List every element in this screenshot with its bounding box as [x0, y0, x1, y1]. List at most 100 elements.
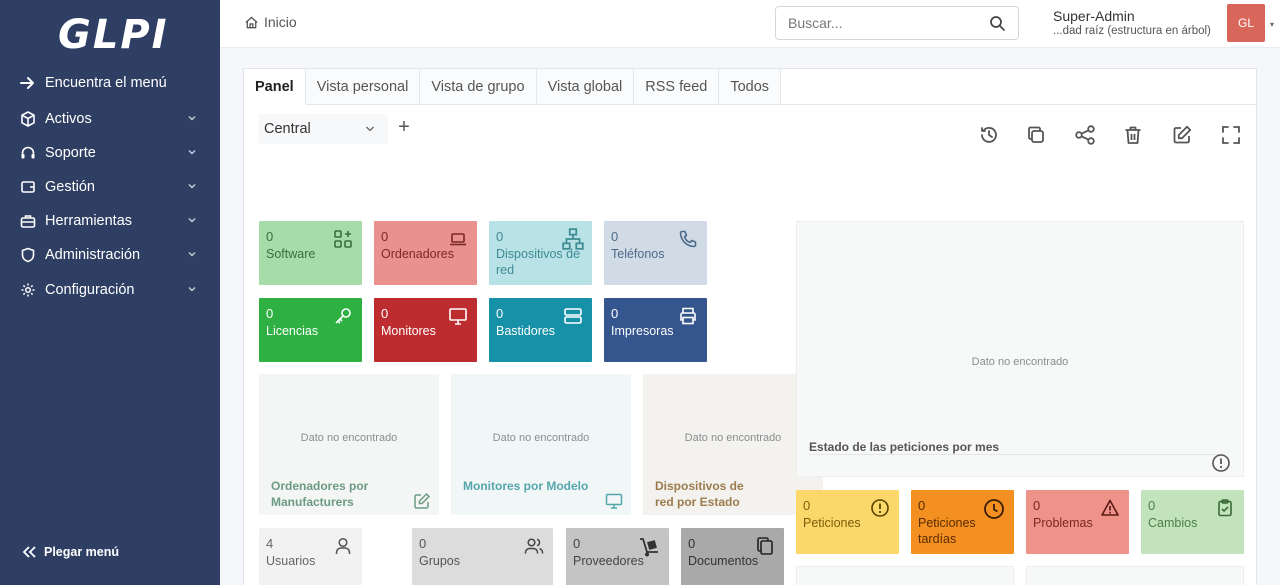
phone-icon [679, 230, 697, 248]
sidebar-item-gestion[interactable]: Gestión [0, 170, 220, 204]
user-entity[interactable]: ...dad raíz (estructura en árbol) [1053, 25, 1211, 37]
pencil-square-icon [414, 492, 431, 509]
card-grupos[interactable]: 0 Grupos [412, 528, 553, 585]
chart-divider [809, 454, 1219, 455]
laptop-icon [450, 233, 466, 246]
monitor-icon [605, 493, 623, 509]
server-icon [564, 308, 582, 324]
clone-button[interactable] [1024, 123, 1048, 147]
card-telefonos[interactable]: 0 Teléfonos [604, 221, 707, 285]
card-proveedores[interactable]: 0 Proveedores [566, 528, 669, 585]
chevron-down-icon [366, 126, 374, 132]
user-menu-chevron-icon[interactable]: ▾ [1270, 20, 1274, 29]
sidebar-item-label: Gestión [45, 179, 95, 195]
card-count: 0 [381, 306, 389, 321]
sidebar-item-herramientas[interactable]: Herramientas [0, 204, 220, 238]
card-peticiones[interactable]: 0 Peticiones [796, 490, 899, 554]
card-documentos[interactable]: 0 Documentos [681, 528, 784, 585]
card-licencias[interactable]: 0 Licencias [259, 298, 362, 362]
breadcrumb[interactable]: Inicio [244, 14, 297, 30]
card-count: 0 [419, 536, 427, 551]
card-bastidores[interactable]: 0 Bastidores [489, 298, 592, 362]
card-count: 0 [266, 306, 274, 321]
sidebar-item-soporte[interactable]: Soporte [0, 136, 220, 170]
history-icon [981, 127, 997, 143]
sidebar-item-activos[interactable]: Activos [0, 102, 220, 136]
card-count: 0 [803, 498, 811, 513]
glpi-logo[interactable]: GLPI [58, 12, 169, 58]
tab-todos[interactable]: Todos [719, 69, 782, 105]
chevron-down-icon [188, 287, 196, 292]
sidebar-item-administracion[interactable]: Administración [0, 238, 220, 272]
chart-monitores-modelo[interactable]: Dato no encontrado Monitores por Modelo [451, 374, 631, 515]
fullscreen-button[interactable] [1219, 123, 1243, 147]
search-input[interactable] [788, 15, 978, 31]
chart-title: Dispositivos de red por Estado [655, 479, 744, 509]
chart-ordenadores-manufacturers[interactable]: Dato no encontrado Ordenadores por Manuf… [259, 374, 439, 515]
card-impresoras[interactable]: 0 Impresoras [604, 298, 707, 362]
card-count: 0 [611, 306, 619, 321]
copy-icon [1028, 126, 1044, 143]
search-box[interactable] [775, 6, 1019, 40]
shield-icon [20, 247, 36, 263]
card-peticiones-tardias[interactable]: 0 Peticiones tardías [911, 490, 1014, 554]
card-usuarios[interactable]: 4 Usuarios [259, 528, 362, 585]
chevron-down-icon [188, 218, 196, 223]
box-icon [20, 111, 36, 127]
collapse-menu-button[interactable]: Plegar menú [22, 545, 119, 559]
printer-icon [680, 307, 696, 325]
tab-vista-grupo[interactable]: Vista de grupo [420, 69, 537, 105]
chart-title: Monitores por Modelo [463, 479, 589, 493]
card-count: 4 [266, 536, 274, 551]
card-count: 0 [688, 536, 696, 551]
share-icon [1075, 125, 1095, 145]
card-count: 0 [611, 229, 619, 244]
delete-button[interactable] [1121, 123, 1145, 147]
user-icon [335, 537, 351, 554]
dashboard-select-value: Central [264, 121, 311, 137]
collapse-menu-label: Plegar menú [44, 545, 120, 559]
card-cambios[interactable]: 0 Cambios [1141, 490, 1244, 554]
card-problemas[interactable]: 0 Problemas [1026, 490, 1129, 554]
tab-vista-personal[interactable]: Vista personal [305, 69, 421, 105]
share-button[interactable] [1073, 123, 1097, 147]
chart-estado-peticiones[interactable]: Dato no encontrado Estado de las peticio… [796, 221, 1244, 477]
apps-icon [334, 230, 352, 248]
add-dashboard-button[interactable]: + [394, 117, 414, 137]
dashboard-panel: Panel Vista personal Vista de grupo Vist… [243, 68, 1257, 585]
network-icon [562, 228, 584, 250]
top-header: Inicio Super-Admin ...dad raíz (estructu… [220, 0, 1280, 48]
sidebar-item-label: Encuentra el menú [45, 75, 167, 91]
card-monitores[interactable]: 0 Monitores [374, 298, 477, 362]
sidebar-item-find-menu[interactable]: Encuentra el menú [0, 66, 220, 100]
briefcase-icon [20, 213, 36, 229]
sidebar: GLPI Encuentra el menú Activos Soporte G… [0, 0, 220, 585]
search-icon[interactable] [989, 15, 1006, 32]
tab-vista-global[interactable]: Vista global [536, 69, 635, 105]
tab-panel[interactable]: Panel [244, 69, 306, 105]
warning-triangle-icon [1101, 499, 1119, 516]
chart-empty-text: Dato no encontrado [300, 432, 398, 444]
sidebar-item-configuracion[interactable]: Configuración [0, 273, 220, 307]
card-software[interactable]: 0 Software [259, 221, 362, 285]
avatar[interactable]: GL [1227, 4, 1265, 42]
sidebar-item-label: Activos [45, 111, 92, 127]
files-icon [757, 537, 773, 555]
card-count: 0 [496, 306, 504, 321]
clock-icon [984, 499, 1004, 519]
arrow-right-icon [20, 75, 36, 91]
chart-empty-text: Dato no encontrado [492, 432, 590, 444]
card-dispositivos-red[interactable]: 0 Dispositivos de red [489, 221, 592, 285]
tab-rss-feed[interactable]: RSS feed [634, 69, 720, 105]
history-button[interactable] [977, 123, 1001, 147]
dolly-icon [640, 538, 658, 557]
chevron-down-icon [188, 150, 196, 155]
chevron-down-icon [188, 184, 196, 189]
chart-title: Estado de las peticiones por mes [809, 440, 1000, 454]
card-count: 0 [573, 536, 581, 551]
edit-button[interactable] [1170, 123, 1194, 147]
user-name[interactable]: Super-Admin [1053, 8, 1135, 24]
dashboard-select[interactable]: Central [258, 114, 388, 144]
sidebar-item-label: Administración [45, 247, 141, 263]
card-ordenadores[interactable]: 0 Ordenadores [374, 221, 477, 285]
